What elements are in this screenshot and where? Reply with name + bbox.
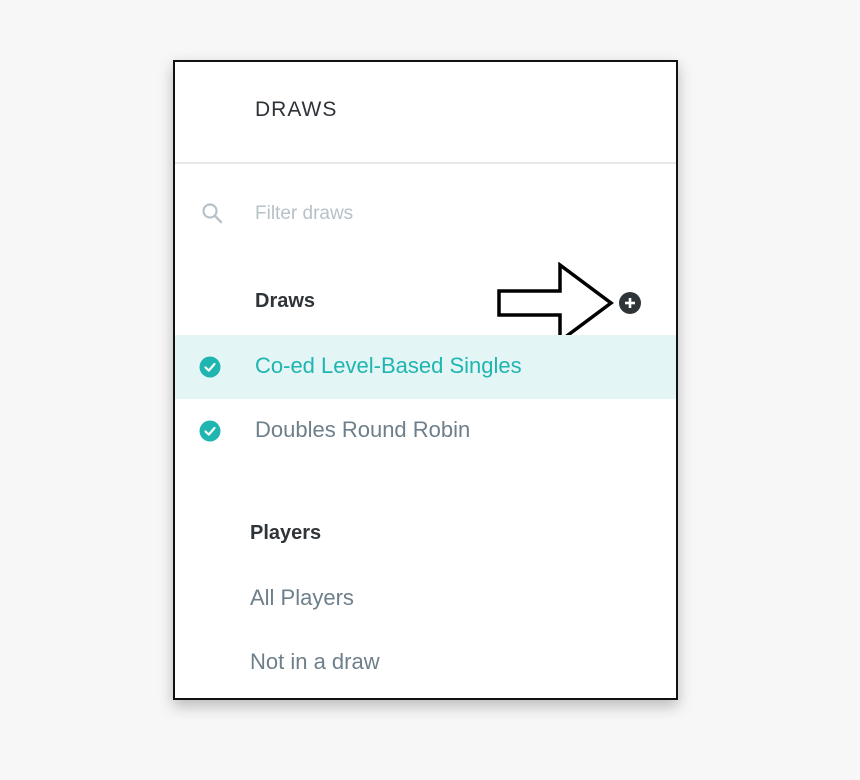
plus-circle-icon — [625, 298, 635, 308]
check-circle-icon — [199, 356, 221, 378]
players-section-title: Players — [250, 522, 322, 544]
add-draw-button[interactable] — [619, 292, 641, 314]
arrow-callout-icon — [497, 262, 614, 345]
draw-item-co-ed-level-based-singles[interactable]: Co-ed Level-Based Singles — [175, 335, 676, 399]
draw-item-label: Co-ed Level-Based Singles — [255, 353, 522, 378]
search-icon — [201, 202, 223, 224]
check-circle-icon — [199, 420, 221, 442]
panel-header: DRAWS — [175, 62, 676, 164]
filter-draws-input[interactable] — [255, 196, 635, 232]
draws-section-title: Draws — [255, 290, 316, 312]
draw-item-label: Doubles Round Robin — [255, 417, 471, 442]
all-players-link[interactable]: All Players — [250, 585, 354, 611]
not-in-a-draw-link[interactable]: Not in a draw — [250, 649, 380, 675]
filter-row — [175, 190, 676, 236]
page-title: DRAWS — [255, 98, 338, 121]
draw-item-doubles-round-robin[interactable]: Doubles Round Robin — [175, 399, 676, 463]
draws-panel: DRAWS Draws Co-ed Level-Based Singles — [173, 60, 678, 700]
